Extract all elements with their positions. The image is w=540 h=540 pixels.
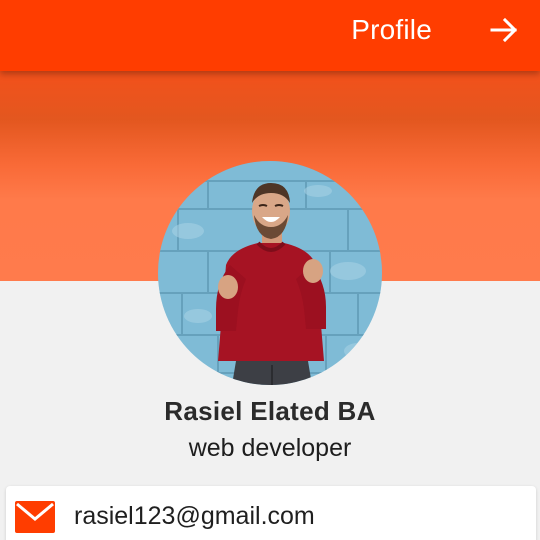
app-bar: Profile xyxy=(0,0,540,71)
profile-name: Rasiel Elated BA xyxy=(164,396,376,426)
profile-role: web developer xyxy=(188,434,352,462)
email-value: rasiel123@gmail.com xyxy=(74,502,315,530)
profile-avatar[interactable] xyxy=(158,161,382,385)
page-title: Profile xyxy=(351,14,432,45)
mail-icon xyxy=(15,501,55,533)
email-contact-row[interactable]: rasiel123@gmail.com xyxy=(6,486,536,540)
arrow-right-icon[interactable] xyxy=(488,14,520,46)
profile-screen: Profile Rasiel Elated BA web developer r… xyxy=(0,0,540,540)
